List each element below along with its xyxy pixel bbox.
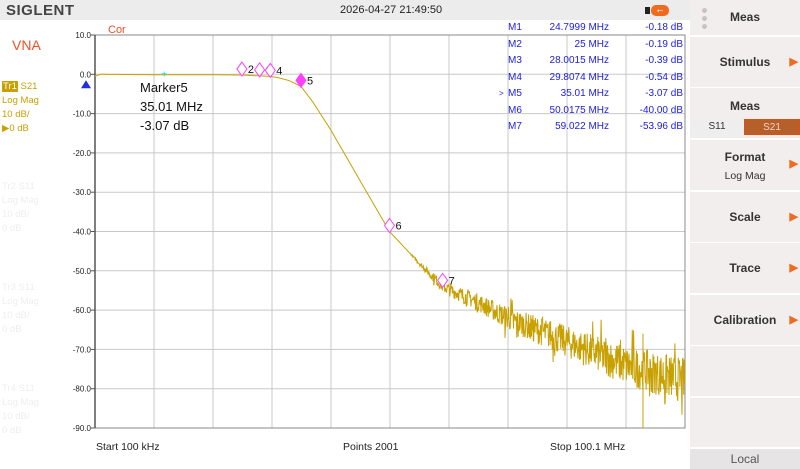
- marker-value: -0.54 dB: [645, 70, 683, 86]
- scale-button[interactable]: Scale ▶: [690, 192, 800, 242]
- marker-5-icon: [296, 73, 306, 87]
- format-value: Log Mag: [690, 170, 800, 182]
- stimulus-button[interactable]: Stimulus ▶: [690, 37, 800, 87]
- marker-freq: 28.0015 MHz: [550, 53, 609, 69]
- marker-value: -3.07 dB: [645, 86, 683, 102]
- marker-4-label: 4: [276, 65, 282, 77]
- selected-indicator: >: [499, 86, 504, 102]
- marker-5-label: 5: [307, 75, 313, 87]
- marker-value: -0.39 dB: [645, 53, 683, 69]
- meas-menu-title: Meas: [690, 0, 800, 35]
- marker-freq: 25 MHz: [575, 37, 609, 53]
- button-label: Format: [725, 150, 766, 164]
- marker-value: -0.18 dB: [645, 20, 683, 36]
- marker-table-row[interactable]: > M5 35.01 MHz -3.07 dB: [505, 86, 685, 103]
- marker-freq: 29.8074 MHz: [550, 70, 609, 86]
- button-label: Calibration: [714, 313, 777, 327]
- trace-button[interactable]: Trace ▶: [690, 243, 800, 293]
- button-label: Stimulus: [720, 55, 771, 69]
- marker-2-label: 2: [248, 64, 254, 76]
- s21-option[interactable]: S21: [744, 119, 800, 135]
- y-tick-label: -30.0: [73, 188, 92, 197]
- marker-freq: 35.01 MHz: [140, 97, 203, 116]
- marker-freq: 24.7999 MHz: [550, 20, 609, 36]
- marker-7-label: 7: [449, 275, 455, 287]
- chevron-right-icon: ▶: [790, 37, 798, 87]
- marker-name: M2: [508, 37, 522, 53]
- marker-6-label: 6: [396, 221, 402, 233]
- marker-value: -40.00 dB: [640, 103, 683, 119]
- marker-table-row[interactable]: M4 29.8074 MHz -0.54 dB: [505, 70, 685, 87]
- chevron-right-icon: ▶: [790, 192, 798, 242]
- y-tick-label: -60.0: [73, 306, 92, 315]
- y-tick-label: 10.0: [75, 31, 91, 40]
- marker-table-row[interactable]: M2 25 MHz -0.19 dB: [505, 37, 685, 54]
- marker-freq: 59.022 MHz: [555, 119, 609, 135]
- marker-name: M6: [508, 103, 522, 119]
- empty-softkey[interactable]: [690, 398, 800, 447]
- menu-dots-icon[interactable]: [702, 8, 707, 32]
- marker-table-row[interactable]: M7 59.022 MHz -53.96 dB: [505, 119, 685, 136]
- menu-title: Meas: [730, 10, 760, 24]
- y-tick-label: -80.0: [73, 385, 92, 394]
- button-label: Scale: [729, 210, 760, 224]
- sweep-points[interactable]: Points 2001: [343, 441, 398, 453]
- local-button[interactable]: Local: [690, 449, 800, 469]
- marker-name: M4: [508, 70, 522, 86]
- marker-name: Marker5: [140, 78, 203, 97]
- marker-table-row[interactable]: M3 28.0015 MHz -0.39 dB: [505, 53, 685, 70]
- calibration-button[interactable]: Calibration ▶: [690, 295, 800, 345]
- start-frequency[interactable]: Start 100 kHz: [96, 441, 160, 453]
- marker-value: -3.07 dB: [140, 116, 203, 135]
- meas-selector: Meas S11 S21: [690, 88, 800, 138]
- chevron-right-icon: ▶: [790, 157, 798, 170]
- marker-value: -53.96 dB: [640, 119, 683, 135]
- marker-6-icon: [385, 219, 395, 233]
- chevron-right-icon: ▶: [790, 295, 798, 345]
- marker-freq: 50.0175 MHz: [550, 103, 609, 119]
- marker-name: M3: [508, 53, 522, 69]
- marker-value: -0.19 dB: [645, 37, 683, 53]
- y-tick-label: -50.0: [73, 267, 92, 276]
- chevron-right-icon: ▶: [790, 243, 798, 293]
- reference-level-icon: [81, 80, 91, 88]
- empty-softkey[interactable]: [690, 346, 800, 396]
- marker-table: M1 24.7999 MHz -0.18 dB M2 25 MHz -0.19 dB M3 2…: [505, 20, 685, 136]
- s11-option[interactable]: S11: [690, 119, 744, 135]
- marker-table-row[interactable]: M1 24.7999 MHz -0.18 dB: [505, 20, 685, 37]
- active-marker-readout: Marker5 35.01 MHz -3.07 dB: [140, 78, 203, 135]
- y-tick-label: -90.0: [73, 424, 92, 433]
- button-label: Meas: [690, 88, 800, 113]
- y-tick-label: -20.0: [73, 149, 92, 158]
- marker-name: M7: [508, 119, 522, 135]
- button-label: Trace: [729, 261, 760, 275]
- y-tick-label: -10.0: [73, 110, 92, 119]
- marker-table-row[interactable]: M6 50.0175 MHz -40.00 dB: [505, 103, 685, 120]
- marker-name: M5: [508, 86, 522, 102]
- marker-name: M1: [508, 20, 522, 36]
- softkey-panel: Meas Stimulus ▶ Meas S11 S21 Format Log M…: [690, 0, 800, 469]
- y-tick-label: 0.0: [80, 70, 92, 79]
- format-button[interactable]: Format Log Mag ▶: [690, 140, 800, 190]
- marker-freq: 35.01 MHz: [561, 86, 609, 102]
- stop-frequency[interactable]: Stop 100.1 MHz: [550, 441, 625, 453]
- y-tick-label: -70.0: [73, 345, 92, 354]
- y-tick-label: -40.0: [73, 228, 92, 237]
